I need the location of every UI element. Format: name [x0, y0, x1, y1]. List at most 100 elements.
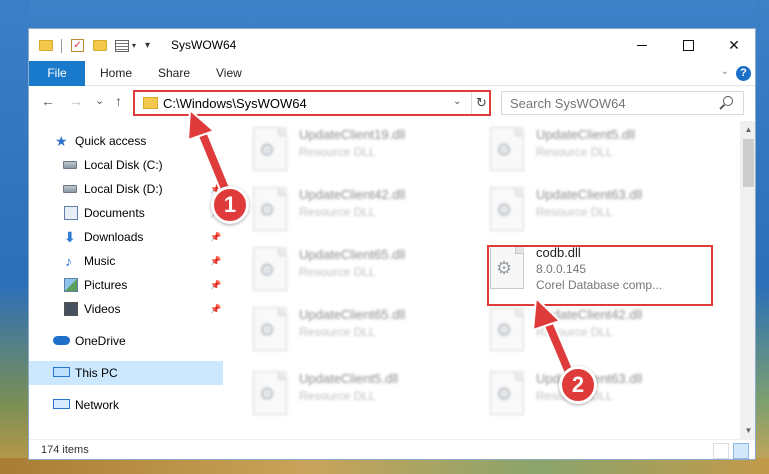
- pin-icon[interactable]: 📌: [210, 249, 221, 273]
- search-box[interactable]: [501, 91, 744, 115]
- file-highlight-box: [487, 245, 713, 306]
- item-count: 174 items: [41, 444, 89, 456]
- navigation-pane: ★ Quick access Local Disk (C:) Local Dis…: [29, 121, 225, 439]
- network-icon: [53, 399, 70, 409]
- dll-file-icon: [490, 127, 524, 171]
- file-name: UpdateClient65.dll: [299, 247, 406, 262]
- search-icon[interactable]: [723, 96, 733, 106]
- nav-item-label: Pictures: [84, 278, 128, 292]
- file-tile[interactable]: UpdateClient63.dll Resource DLL: [490, 367, 720, 419]
- forward-button[interactable]: →: [69, 93, 83, 109]
- file-type: Resource DLL: [299, 205, 376, 219]
- desktop-background-bottom: [0, 458, 769, 474]
- quick-access-star-icon: ★: [55, 133, 68, 149]
- window-title: SysWOW64: [171, 38, 237, 52]
- nav-item-label: Music: [84, 254, 116, 268]
- file-tile[interactable]: UpdateClient5.dll Resource DLL: [253, 367, 483, 419]
- list-view-icon[interactable]: [115, 40, 129, 52]
- address-row: ← → ⌄ ↑ C:\Windows\SysWOW64 ⌄ ↻: [29, 87, 755, 119]
- dll-file-icon: [253, 187, 287, 231]
- file-tile[interactable]: UpdateClient19.dll Resource DLL: [253, 123, 483, 175]
- file-type: Resource DLL: [299, 325, 376, 339]
- expand-ribbon-icon[interactable]: ⌄: [721, 66, 729, 77]
- file-name: UpdateClient65.dll: [299, 307, 406, 322]
- nav-item-pictures[interactable]: Pictures 📌: [29, 273, 223, 297]
- nav-item-videos[interactable]: Videos 📌: [29, 297, 223, 321]
- dll-file-icon: [490, 307, 524, 351]
- videos-icon: [64, 302, 78, 316]
- recent-locations-button[interactable]: ⌄: [95, 94, 104, 107]
- nav-item-documents[interactable]: Documents 📌: [29, 201, 223, 225]
- file-explorer-window: ✓ ▾ ▾ SysWOW64 ✕ File Home Share View ⌄ …: [28, 28, 756, 460]
- dll-file-icon: [253, 371, 287, 415]
- file-type: Resource DLL: [536, 325, 613, 339]
- help-icon[interactable]: ?: [736, 66, 751, 81]
- search-input[interactable]: [510, 95, 710, 111]
- back-button[interactable]: ←: [41, 93, 55, 109]
- pin-icon[interactable]: 📌: [210, 273, 221, 297]
- title-bar: ✓ ▾ ▾ SysWOW64 ✕: [29, 29, 755, 61]
- scrollbar-thumb[interactable]: [743, 139, 754, 187]
- file-name: UpdateClient5.dll: [536, 127, 636, 142]
- nav-item-local-disk-c[interactable]: Local Disk (C:): [29, 153, 223, 177]
- file-name: UpdateClient42.dll: [299, 187, 406, 202]
- pictures-icon: [64, 278, 78, 292]
- close-button[interactable]: ✕: [711, 29, 755, 61]
- tab-home[interactable]: Home: [100, 61, 132, 86]
- file-type: Resource DLL: [299, 145, 376, 159]
- file-tile[interactable]: UpdateClient42.dll Resource DLL: [490, 303, 720, 355]
- nav-item-music[interactable]: ♪ Music 📌: [29, 249, 223, 273]
- file-tile[interactable]: UpdateClient5.dll Resource DLL: [490, 123, 720, 175]
- desktop-background-left: [0, 0, 30, 474]
- maximize-button[interactable]: [665, 29, 711, 61]
- file-name: UpdateClient19.dll: [299, 127, 406, 142]
- vertical-scrollbar[interactable]: ▲ ▼: [740, 121, 755, 439]
- tab-view[interactable]: View: [216, 61, 242, 86]
- folder-icon: [39, 40, 53, 51]
- scroll-up-icon[interactable]: ▲: [740, 121, 755, 138]
- toolbar-separator: [61, 39, 62, 53]
- nav-item-this-pc[interactable]: This PC: [29, 361, 223, 385]
- documents-icon: [64, 206, 78, 220]
- file-name: UpdateClient5.dll: [299, 371, 399, 386]
- tab-share[interactable]: Share: [158, 61, 190, 86]
- minimize-button[interactable]: [619, 29, 665, 61]
- nav-item-quick-access[interactable]: ★ Quick access: [29, 129, 223, 153]
- file-name: UpdateClient63.dll: [536, 187, 643, 202]
- nav-item-downloads[interactable]: ⬇ Downloads 📌: [29, 225, 223, 249]
- nav-item-local-disk-d[interactable]: Local Disk (D:) 📌: [29, 177, 223, 201]
- chevron-down-icon[interactable]: ▾: [132, 41, 136, 57]
- file-tile[interactable]: UpdateClient42.dll Resource DLL: [253, 183, 483, 235]
- pin-icon[interactable]: 📌: [210, 225, 221, 249]
- tiles-view-icon[interactable]: [733, 443, 749, 459]
- nav-item-network[interactable]: Network: [29, 393, 223, 417]
- status-bar: 174 items: [29, 439, 755, 459]
- file-type: Resource DLL: [299, 265, 376, 279]
- ribbon-tabs: File Home Share View ⌄ ?: [29, 61, 755, 86]
- nav-item-label: Videos: [84, 302, 121, 316]
- dll-file-icon: [253, 127, 287, 171]
- file-tile[interactable]: UpdateClient65.dll Resource DLL: [253, 243, 483, 295]
- dll-file-icon: [490, 371, 524, 415]
- onedrive-icon: [53, 336, 70, 345]
- properties-check-icon[interactable]: ✓: [71, 39, 84, 52]
- tab-file[interactable]: File: [29, 61, 85, 86]
- nav-item-label: Downloads: [84, 230, 144, 244]
- step-1-badge: 1: [211, 186, 249, 224]
- file-tile[interactable]: UpdateClient63.dll Resource DLL: [490, 183, 720, 235]
- address-highlight-box: [133, 90, 491, 116]
- nav-item-label: Network: [75, 398, 120, 412]
- scroll-down-icon[interactable]: ▼: [740, 422, 755, 439]
- file-name: UpdateClient42.dll: [536, 307, 643, 322]
- nav-item-label: Documents: [84, 206, 145, 220]
- details-view-icon[interactable]: [713, 443, 729, 459]
- file-tile[interactable]: UpdateClient65.dll Resource DLL: [253, 303, 483, 355]
- nav-item-label: OneDrive: [75, 334, 126, 348]
- up-button[interactable]: ↑: [115, 93, 122, 109]
- pin-icon[interactable]: 📌: [210, 297, 221, 321]
- nav-item-onedrive[interactable]: OneDrive: [29, 329, 223, 353]
- drive-icon: [63, 185, 77, 193]
- new-folder-icon[interactable]: [93, 40, 107, 51]
- customize-toolbar-icon[interactable]: ▾: [145, 40, 150, 56]
- file-type: Resource DLL: [536, 205, 613, 219]
